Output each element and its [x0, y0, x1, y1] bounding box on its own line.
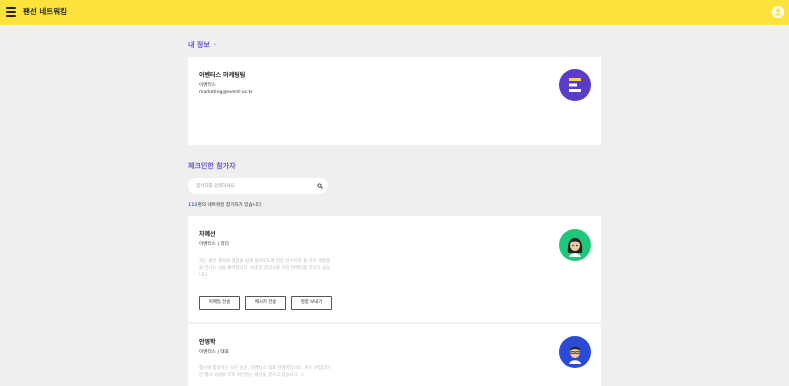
account-circle-icon[interactable]	[772, 6, 784, 18]
attendee-count-number: 112	[188, 203, 198, 208]
send-message-button[interactable]: 메시지 전송	[245, 296, 286, 310]
attendee-role: 이벤터스 | 대표	[199, 350, 229, 355]
attendee-count: 112명의 네트워킹 참가자가 있습니다	[188, 202, 261, 208]
attendee-description: 저는 좋은 행사와 경험을 쉽게 찾아오도록 만든 선수이자 좋 가진 개발형을…	[199, 259, 331, 278]
person-avatar-icon	[559, 336, 591, 368]
chevron-right-icon[interactable]: »	[213, 41, 217, 48]
my-company: 이벤터스	[199, 83, 216, 88]
attendee-card: 안영학 이벤터스 | 대표 행사와 참석하는 모든 순간, 이벤터스 대표 안영…	[188, 324, 601, 386]
attendee-name: 안영학	[199, 339, 216, 346]
attendee-description: 행사와 참석하는 모든 순간, 이벤터스 대표 안영학입니다. 저는 관심있어만…	[199, 366, 331, 378]
attendee-count-text: 명의 네트워킹 참가자가 있습니다	[197, 203, 262, 208]
my-email: marketing@event-us.kr	[199, 90, 254, 95]
attendee-name: 차혜선	[199, 231, 216, 238]
eventus-logo-icon	[559, 69, 591, 101]
my-name: 이벤터스 마케팅팀	[199, 72, 246, 79]
send-business-card-button[interactable]: 명함 보내기	[291, 296, 332, 310]
attendee-search-input[interactable]	[196, 181, 311, 191]
my-info-card: 이벤터스 마케팅팀 이벤터스 marketing@event-us.kr	[188, 57, 601, 145]
app-title: 팬선 네트워킹	[23, 7, 68, 16]
send-email-button[interactable]: 이메일 전송	[199, 296, 240, 310]
attendee-card: 차혜선 이벤터스 | 리더 저는 좋은 행사와 경험을 쉽게 찾아오도록 만든 …	[188, 216, 601, 322]
attendee-search-box	[188, 178, 328, 194]
checked-attendees-title: 체크인한 참가자	[188, 162, 236, 170]
top-app-bar: 팬선 네트워킹	[0, 0, 789, 25]
hamburger-menu-icon[interactable]	[6, 7, 16, 17]
person-avatar-icon	[559, 229, 591, 261]
search-icon[interactable]	[317, 183, 323, 189]
my-info-title: 내 정보	[188, 41, 210, 49]
attendee-role: 이벤터스 | 리더	[199, 242, 229, 247]
